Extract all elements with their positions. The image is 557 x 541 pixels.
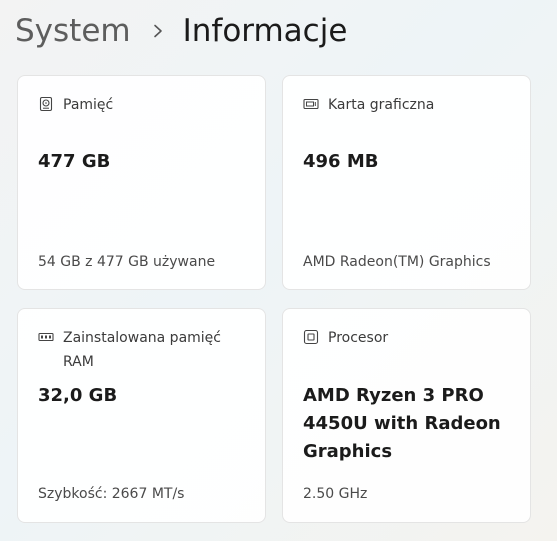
page-title: Informacje — [182, 13, 348, 49]
graphics-card-header: Karta graficzna — [303, 93, 434, 117]
memory-module-icon — [38, 332, 54, 342]
processor-name-line1: AMD Ryzen 3 PRO — [303, 385, 484, 406]
processor-card-header: Procesor — [303, 326, 388, 350]
ram-card: Zainstalowana pamięć RAM 32,0 GB Szybkoś… — [17, 308, 266, 523]
graphics-label: Karta graficzna — [328, 97, 435, 113]
graphics-card: Karta graficzna 496 MB AMD Radeon(TM) Gr… — [282, 75, 531, 290]
storage-drive-icon — [39, 96, 53, 112]
storage-usage-detail: 54 GB z 477 GB używane — [38, 254, 216, 270]
graphics-memory-value: 496 MB — [303, 151, 379, 172]
processor-speed-detail: 2.50 GHz — [303, 486, 368, 502]
processor-name-line2: 4450U with Radeon — [303, 413, 501, 434]
storage-card-header: Pamięć — [38, 93, 113, 117]
storage-card: Pamięć 477 GB 54 GB z 477 GB używane — [17, 75, 266, 290]
graphics-adapter-name: AMD Radeon(TM) Graphics — [303, 254, 491, 270]
chevron-right-icon — [153, 24, 162, 38]
ram-label-line2: RAM — [63, 354, 94, 370]
processor-name: AMD Ryzen 3 PRO 4450U with Radeon Graphi… — [303, 382, 501, 466]
ram-label: Zainstalowana pamięć RAM — [63, 326, 221, 374]
ram-speed-detail: Szybkość: 2667 MT/s — [38, 486, 185, 502]
processor-chip-icon — [303, 329, 319, 345]
ram-label-line1: Zainstalowana pamięć — [63, 330, 221, 346]
processor-name-line3: Graphics — [303, 441, 393, 462]
ram-card-header: Zainstalowana pamięć RAM — [38, 326, 221, 374]
processor-label: Procesor — [328, 330, 389, 346]
ram-value: 32,0 GB — [38, 385, 118, 406]
display-adapter-icon — [303, 98, 319, 110]
breadcrumb-parent-link[interactable]: System — [15, 13, 131, 49]
storage-value: 477 GB — [38, 151, 111, 172]
breadcrumb: System Informacje — [15, 8, 347, 54]
processor-card: Procesor AMD Ryzen 3 PRO 4450U with Rade… — [282, 308, 531, 523]
storage-label: Pamięć — [63, 97, 114, 113]
